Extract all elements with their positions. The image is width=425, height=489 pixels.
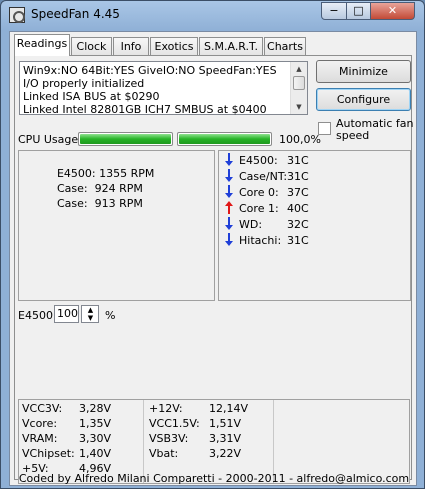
minimize-button[interactable]: Minimize (316, 60, 411, 83)
maximize-window-button[interactable]: □ (346, 2, 371, 20)
cpu-usage-bar-core0 (78, 132, 173, 146)
temperature-label: Case/NT: (239, 170, 288, 183)
temperature-value: 31C (287, 170, 309, 183)
temperature-label: Core 0: (239, 186, 279, 199)
temperature-value: 37C (287, 186, 309, 199)
tab-charts[interactable]: Charts (264, 37, 306, 55)
arrow-down-icon (225, 233, 233, 246)
fan-speed-input[interactable]: 100 (54, 305, 79, 323)
temperature-value: 31C (287, 234, 309, 247)
minimize-window-button[interactable]: − (321, 2, 347, 20)
cpu-usage-fill (179, 134, 270, 144)
tab-clock[interactable]: Clock (71, 37, 112, 55)
scroll-up-icon[interactable]: ▲ (293, 64, 305, 74)
footer-credits: Coded by Alfredo Milani Comparetti - 200… (18, 472, 410, 485)
voltage-value: 3,31V (209, 432, 242, 445)
temperature-value: 31C (287, 154, 309, 167)
arrow-down-icon (225, 153, 233, 166)
voltage-label: VCC1.5V: (149, 417, 200, 430)
tab-smart[interactable]: S.M.A.R.T. (199, 37, 263, 55)
readings-panel: Win9x:NO 64Bit:YES GiveIO:NO SpeedFan:YE… (14, 55, 414, 484)
log-scrollbar[interactable]: ▲ ▼ (290, 62, 307, 114)
voltage-label: +12V: (149, 402, 183, 415)
tab-readings[interactable]: Readings (14, 34, 70, 56)
fan-speed-spinner[interactable]: ▲ ▼ (81, 305, 99, 323)
scroll-down-icon[interactable]: ▼ (293, 102, 305, 112)
temperatures-box: E4500: 31C Case/NT: 31C Core 0: 37C Core 1: 40C… (218, 150, 411, 301)
arrow-down-icon (225, 217, 233, 230)
title-bar[interactable]: SpeedFan 4.45 − □ ✕ (1, 1, 424, 28)
voltage-label: VChipset: (22, 447, 75, 460)
status-log[interactable]: Win9x:NO 64Bit:YES GiveIO:NO SpeedFan:YE… (19, 61, 308, 116)
voltage-value: 1,51V (209, 417, 242, 430)
fan-control-label: E4500: (18, 309, 57, 322)
spin-up-icon[interactable]: ▲ (86, 306, 95, 314)
temperature-value: 32C (287, 218, 309, 231)
voltage-value: 3,22V (209, 447, 242, 460)
temperature-value: 40C (287, 202, 309, 215)
fan-value: 913 RPM (94, 197, 143, 210)
voltage-value: 1,40V (79, 447, 112, 460)
voltage-label: VSB3V: (149, 432, 189, 445)
voltage-value: 12,14V (209, 402, 249, 415)
temperature-label: Core 1: (239, 202, 279, 215)
voltage-value: 3,30V (79, 432, 112, 445)
cpu-usage-percent: 100,0% (279, 133, 321, 146)
temperature-label: WD: (239, 218, 263, 231)
voltage-label: Vbat: (149, 447, 179, 460)
automatic-fan-speed-label[interactable]: Automatic fan speed (336, 118, 416, 142)
arrow-down-icon (225, 185, 233, 198)
window-title: SpeedFan 4.45 (31, 7, 120, 21)
voltage-label: VCC3V: (22, 402, 63, 415)
cpu-usage-fill (80, 134, 171, 144)
tab-exotics[interactable]: Exotics (150, 37, 198, 55)
log-line: Win9x:NO 64Bit:YES GiveIO:NO SpeedFan:YE… (23, 64, 277, 77)
scroll-thumb[interactable] (293, 76, 305, 90)
arrow-up-icon (225, 201, 233, 214)
voltage-value: 3,28V (79, 402, 112, 415)
close-window-button[interactable]: ✕ (370, 2, 415, 20)
temperature-label: E4500: (239, 154, 278, 167)
speedfan-app-icon[interactable] (9, 7, 25, 23)
temperature-label: Hitachi: (239, 234, 282, 247)
client-area: Readings Clock Info Exotics S.M.A.R.T. C… (9, 31, 417, 486)
fan-speed-unit: % (105, 309, 116, 322)
arrow-down-icon (225, 169, 233, 182)
cpu-usage-bar-core1 (177, 132, 272, 146)
cpu-usage-label: CPU Usage (18, 133, 79, 146)
log-line: I/O properly initialized (23, 77, 145, 90)
voltage-value: 1,35V (79, 417, 112, 430)
voltage-label: VRAM: (22, 432, 58, 445)
speedfan-window: SpeedFan 4.45 − □ ✕ Readings Clock Info … (0, 0, 425, 489)
column-divider (273, 400, 274, 483)
spin-down-icon[interactable]: ▼ (86, 314, 95, 322)
log-line: Linked ISA BUS at $0290 (23, 90, 160, 103)
fan-label: Case: (56, 197, 88, 210)
fan-row: Case: 913 RPM (22, 184, 143, 223)
tab-info[interactable]: Info (113, 37, 149, 55)
log-line: Linked Intel 82801GB ICH7 SMBUS at $0400 (23, 103, 267, 116)
column-divider (143, 400, 144, 483)
voltage-label: Vcore: (22, 417, 58, 430)
configure-button[interactable]: Configure (316, 88, 411, 111)
fan-speeds-box: E4500: 1355 RPM Case: 924 RPM Case: 913 … (18, 150, 215, 301)
